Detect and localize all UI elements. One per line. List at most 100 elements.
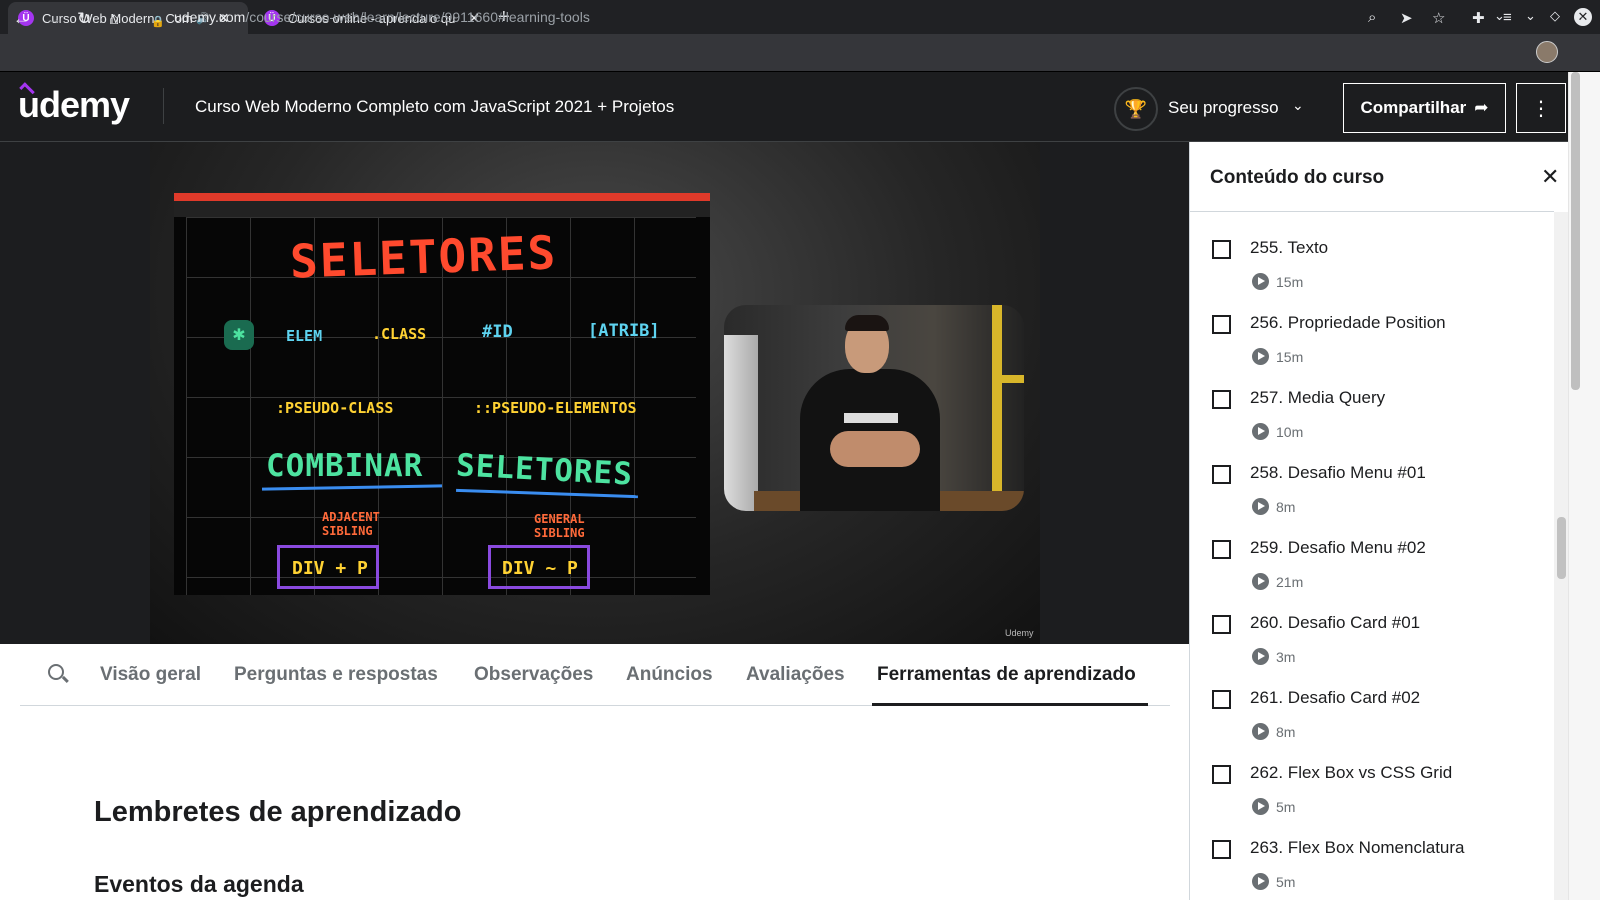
play-icon: [1252, 273, 1269, 290]
lesson-title: 261. Desafio Card #02: [1250, 688, 1421, 707]
play-icon: [1252, 798, 1269, 815]
more-options-button[interactable]: ⋮: [1516, 83, 1566, 133]
play-icon: [1252, 723, 1269, 740]
share-arrow-icon: ➦: [1474, 98, 1489, 117]
board-item: [ATRIB]: [588, 321, 660, 341]
board-box-text: DIV + P: [292, 558, 368, 579]
lesson-item[interactable]: 257. Media Query 10m: [1209, 372, 1549, 447]
zoom-icon[interactable]: ⌕: [1368, 9, 1376, 26]
lesson-item[interactable]: 262. Flex Box vs CSS Grid 5m: [1209, 747, 1549, 822]
shelf-shape: [992, 375, 1024, 383]
forward-icon[interactable]: →: [45, 9, 62, 29]
bookmark-star-icon[interactable]: ☆: [1432, 9, 1445, 27]
lesson-checkbox[interactable]: [1212, 390, 1231, 409]
trophy-icon[interactable]: 🏆: [1114, 87, 1158, 131]
course-title[interactable]: Curso Web Moderno Completo com JavaScrip…: [195, 97, 674, 117]
share-button[interactable]: Compartilhar ➦: [1343, 83, 1506, 133]
lesson-checkbox[interactable]: [1212, 315, 1231, 334]
lesson-title: 258. Desafio Menu #01: [1250, 463, 1426, 482]
board-note: ADJACENT SIBLING: [322, 510, 380, 538]
progress-dropdown[interactable]: Seu progresso: [1168, 98, 1279, 118]
tab-reviews[interactable]: Avaliações: [746, 664, 845, 686]
lesson-title: 262. Flex Box vs CSS Grid: [1250, 763, 1453, 782]
lesson-checkbox[interactable]: [1212, 540, 1231, 559]
board-item: :PSEUDO-CLASS: [276, 399, 394, 417]
section-heading: Lembretes de aprendizado: [94, 796, 462, 828]
reload-icon[interactable]: ↻: [77, 9, 91, 29]
close-icon[interactable]: ✕: [1541, 164, 1559, 190]
lesson-checkbox[interactable]: [1212, 840, 1231, 859]
chevron-down-icon[interactable]: ⌄: [1292, 97, 1304, 114]
tab-notes[interactable]: Observações: [474, 664, 593, 686]
video-watermark: Udemy: [1005, 628, 1034, 638]
chrome-menu-icon[interactable]: ⋮: [1575, 9, 1590, 27]
search-icon[interactable]: [48, 664, 64, 680]
lesson-item[interactable]: 256. Propriedade Position 15m: [1209, 297, 1549, 372]
board-item: .CLASS: [372, 325, 427, 343]
board-title: SELETORES: [289, 225, 559, 289]
lesson-item[interactable]: 261. Desafio Card #02 8m: [1209, 672, 1549, 747]
presenter-hands: [830, 431, 920, 467]
url-host: udemy.com: [174, 9, 246, 25]
lesson-checkbox[interactable]: [1212, 615, 1231, 634]
tab-questions[interactable]: Perguntas e respostas: [234, 664, 438, 686]
presenter-webcam: [724, 305, 1024, 511]
lock-icon[interactable]: 🔒: [151, 12, 165, 32]
lesson-item[interactable]: 263. Flex Box Nomenclatura 5m: [1209, 822, 1549, 897]
section-subheading: Eventos da agenda: [94, 871, 304, 897]
tab-announcements[interactable]: Anúncios: [626, 664, 713, 686]
profile-avatar[interactable]: [1536, 41, 1558, 63]
send-icon[interactable]: ➤: [1400, 9, 1413, 27]
board-combine: COMBINAR: [266, 448, 424, 484]
minimize-icon[interactable]: ⌄: [1525, 8, 1536, 24]
lesson-title: 260. Desafio Card #01: [1250, 613, 1421, 632]
lesson-duration: 21m: [1276, 574, 1304, 590]
lesson-duration: 10m: [1276, 424, 1304, 440]
play-icon: [1252, 498, 1269, 515]
lesson-checkbox[interactable]: [1212, 690, 1231, 709]
tablet-toolbar: [174, 201, 710, 217]
play-icon: [1252, 648, 1269, 665]
url-path: /course/curso-web/learn/lecture/9911660#…: [245, 9, 590, 25]
back-icon[interactable]: ←: [13, 9, 30, 29]
board-box-text: DIV ~ P: [502, 558, 578, 579]
address-bar[interactable]: udemy.com/course/curso-web/learn/lecture…: [174, 9, 590, 25]
extensions-icon[interactable]: ✚: [1472, 9, 1485, 27]
play-icon: [1252, 873, 1269, 890]
lesson-item[interactable]: 255. Texto 15m: [1209, 222, 1549, 297]
lesson-duration: 8m: [1276, 724, 1296, 740]
lesson-item[interactable]: 258. Desafio Menu #01 8m: [1209, 447, 1549, 522]
active-tab-indicator: [872, 703, 1148, 706]
lesson-duration: 8m: [1276, 499, 1296, 515]
monitor-shape: [724, 335, 758, 511]
page-scroll-thumb[interactable]: [1571, 72, 1580, 390]
lesson-title: 259. Desafio Menu #02: [1250, 538, 1426, 557]
board-item: #ID: [482, 322, 513, 342]
board-item: ELEM: [286, 327, 323, 345]
home-icon[interactable]: ⌂: [109, 9, 119, 29]
lesson-item[interactable]: 259. Desafio Menu #02 21m: [1209, 522, 1549, 597]
lesson-title: 263. Flex Box Nomenclatura: [1250, 838, 1465, 857]
lesson-checkbox[interactable]: [1212, 465, 1231, 484]
sidebar-title: Conteúdo do curso: [1210, 167, 1385, 188]
maximize-icon[interactable]: ◇: [1550, 8, 1560, 24]
tab-learning-tools[interactable]: Ferramentas de aprendizado: [877, 664, 1136, 686]
lesson-checkbox[interactable]: [1212, 240, 1231, 259]
lesson-item[interactable]: 260. Desafio Card #01 3m: [1209, 597, 1549, 672]
lesson-duration: 15m: [1276, 274, 1304, 290]
lesson-title: 255. Texto: [1250, 238, 1329, 257]
board-item: ::PSEUDO-ELEMENTOS: [474, 399, 637, 417]
tab-overview[interactable]: Visão geral: [100, 664, 201, 686]
lesson-duration: 5m: [1276, 799, 1296, 815]
browser-toolbar: [0, 34, 1600, 72]
asterisk-icon: ✱: [224, 320, 254, 350]
play-icon: [1252, 348, 1269, 365]
share-label: Compartilhar: [1360, 98, 1467, 117]
shelf-shape: [992, 305, 1002, 511]
media-control-icon[interactable]: ≡: [1503, 9, 1512, 26]
lesson-checkbox[interactable]: [1212, 765, 1231, 784]
lesson-duration: 3m: [1276, 649, 1296, 665]
sidebar-scroll-thumb[interactable]: [1557, 517, 1566, 579]
udemy-logo[interactable]: udemy: [18, 84, 130, 126]
presenter-hair: [845, 315, 889, 331]
